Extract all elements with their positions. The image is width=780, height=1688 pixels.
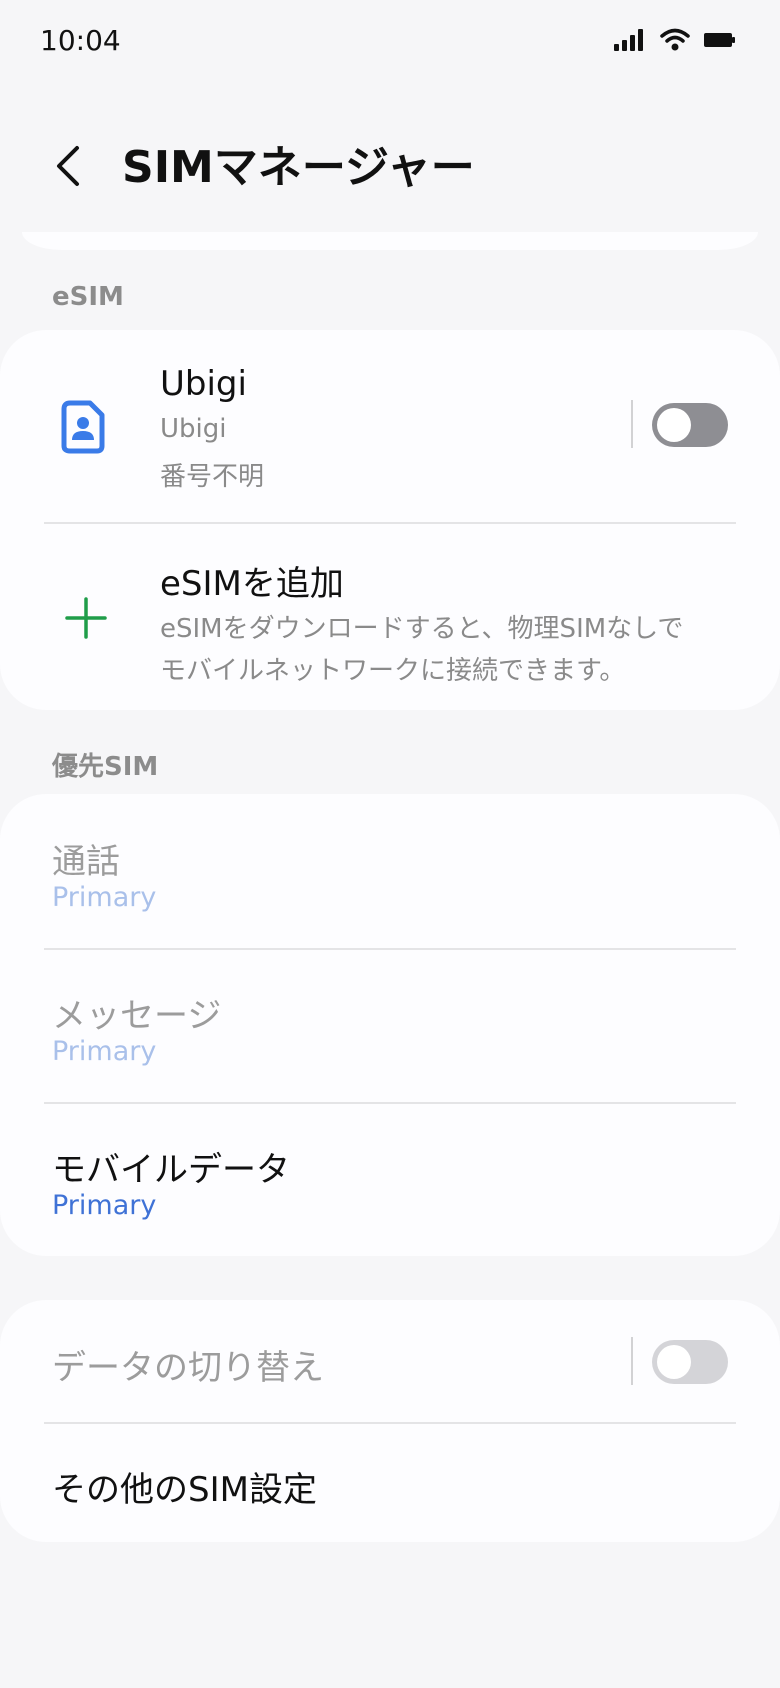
preferred-message-title: メッセージ (52, 996, 222, 1036)
preferred-call-value: Primary (52, 882, 157, 913)
status-time: 10:04 (40, 24, 121, 57)
scroll-edge (22, 232, 758, 250)
chevron-left-icon (53, 144, 83, 192)
preferred-sim-card: 通話 Primary メッセージ Primary モバイルデータ Primary (0, 794, 780, 1256)
esim-sim-number: 番号不明 (160, 462, 265, 492)
add-esim-title: eSIMを追加 (160, 564, 344, 604)
add-esim-description-line1: eSIMをダウンロードすると、物理SIMなしで (160, 614, 684, 644)
data-switch-title: データの切り替え (52, 1348, 324, 1388)
esim-sim-carrier: Ubigi (160, 414, 227, 444)
page-title: SIMマネージャー (122, 142, 475, 193)
status-icons (614, 28, 736, 56)
data-switch-toggle[interactable] (652, 1340, 728, 1384)
app-bar: SIMマネージャー (0, 120, 780, 216)
toggle-separator (631, 1337, 633, 1385)
other-settings-card: データの切り替え その他のSIM設定 (0, 1300, 780, 1542)
add-esim-description-line2: モバイルネットワークに接続できます。 (160, 656, 626, 686)
section-header-preferred-sim: 優先SIM (52, 752, 159, 782)
esim-card: Ubigi Ubigi 番号不明 eSIMを追加 eSIMをダウンロードすると、… (0, 330, 780, 710)
sim-card-icon (58, 400, 108, 458)
preferred-mobile-data-title: モバイルデータ (52, 1150, 290, 1190)
status-bar: 10:04 (0, 0, 780, 86)
signal-icon (614, 29, 646, 55)
preferred-message-value: Primary (52, 1036, 157, 1067)
toggle-separator (631, 400, 633, 448)
preferred-call-title: 通話 (52, 842, 120, 882)
battery-icon (704, 30, 736, 54)
esim-sim-toggle[interactable] (652, 403, 728, 447)
toggle-knob (657, 408, 691, 442)
more-sim-settings-title: その他のSIM設定 (52, 1470, 317, 1510)
toggle-knob (657, 1345, 691, 1379)
plus-icon (64, 596, 108, 644)
wifi-icon (660, 28, 690, 56)
section-header-esim: eSIM (52, 282, 124, 312)
back-button[interactable] (40, 138, 96, 198)
preferred-mobile-data-value: Primary (52, 1190, 157, 1221)
esim-sim-title: Ubigi (160, 364, 247, 404)
